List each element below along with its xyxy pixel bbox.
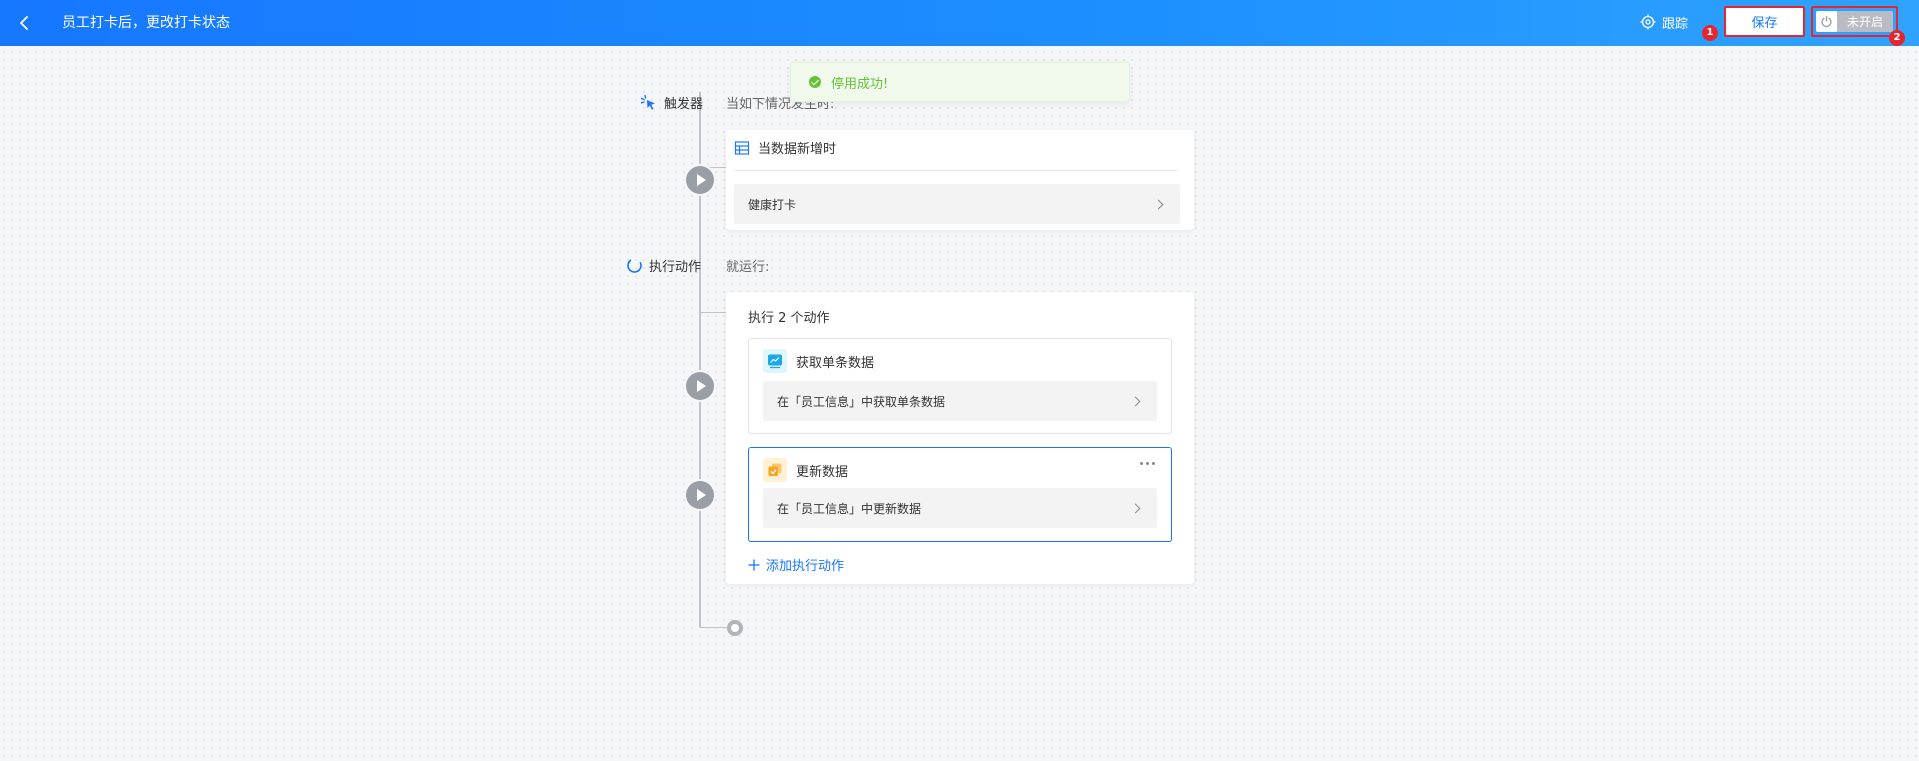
card-divider bbox=[734, 170, 1178, 171]
chevron-right-icon bbox=[1153, 199, 1164, 209]
enable-toggle-wrapper: 未开启 bbox=[1811, 6, 1898, 37]
chevron-right-icon bbox=[1130, 396, 1141, 406]
success-toast: 停用成功! bbox=[790, 62, 1130, 102]
trigger-card[interactable]: 当数据新增时 健康打卡 bbox=[726, 130, 1194, 230]
play-icon[interactable] bbox=[686, 166, 714, 194]
action-header: 获取单条数据 bbox=[763, 349, 874, 373]
add-action-label: 添加执行动作 bbox=[766, 559, 845, 574]
track-button[interactable]: 跟踪 bbox=[1640, 12, 1688, 32]
action-title: 更新数据 bbox=[796, 464, 849, 480]
back-button[interactable] bbox=[12, 11, 36, 35]
table-icon bbox=[734, 140, 750, 155]
toggle-label: 未开启 bbox=[1846, 15, 1883, 29]
flow-end-node bbox=[727, 620, 743, 636]
trigger-source-row[interactable]: 健康打卡 bbox=[734, 184, 1180, 224]
trigger-event-label: 当数据新增时 bbox=[758, 142, 837, 157]
loading-icon bbox=[627, 258, 642, 273]
save-button[interactable]: 保存 bbox=[1724, 6, 1805, 37]
play-icon[interactable] bbox=[686, 372, 714, 400]
enable-toggle[interactable]: 未开启 bbox=[1816, 11, 1893, 32]
action-title: 获取单条数据 bbox=[796, 355, 875, 371]
annotation-badge-2: 2 bbox=[1889, 30, 1905, 46]
update-icon bbox=[763, 458, 787, 482]
chart-icon bbox=[763, 349, 787, 373]
cursor-click-icon bbox=[640, 94, 655, 110]
add-action-button[interactable]: 添加执行动作 bbox=[748, 555, 844, 574]
track-label: 跟踪 bbox=[1662, 16, 1689, 32]
chevron-right-icon bbox=[1130, 503, 1141, 513]
check-circle-icon bbox=[809, 76, 821, 88]
play-icon[interactable] bbox=[686, 481, 714, 509]
action-detail-row[interactable]: 在「员工信息」中更新数据 bbox=[763, 488, 1157, 528]
action-detail: 在「员工信息」中更新数据 bbox=[777, 501, 922, 516]
action-count: 执行 2 个动作 bbox=[748, 311, 830, 326]
annotation-badge-1: 1 bbox=[1702, 25, 1718, 41]
actions-label: 执行动作 bbox=[626, 256, 701, 275]
toast-message: 停用成功! bbox=[831, 76, 889, 92]
target-icon bbox=[1640, 14, 1656, 30]
top-header: 员工打卡后，更改打卡状态 跟踪 保存 1 未开启 2 bbox=[0, 0, 1919, 46]
actions-card: 执行 2 个动作 获取单条数据 在「员工信息」中获取单条数据 更新数据 在「员工… bbox=[726, 292, 1194, 584]
trigger-event: 当数据新增时 bbox=[734, 138, 836, 157]
chevron-left-icon bbox=[20, 16, 28, 30]
trigger-source-label: 健康打卡 bbox=[748, 197, 797, 212]
trigger-label: 触发器 bbox=[640, 93, 703, 112]
action-card-get-single[interactable]: 获取单条数据 在「员工信息」中获取单条数据 bbox=[748, 338, 1172, 434]
action-card-update[interactable]: 更新数据 在「员工信息」中更新数据 bbox=[748, 447, 1172, 542]
flow-branch bbox=[700, 312, 726, 313]
action-detail: 在「员工信息」中获取单条数据 bbox=[777, 394, 946, 409]
actions-subtext: 就运行: bbox=[726, 260, 770, 275]
flow-branch bbox=[700, 627, 728, 628]
plus-icon bbox=[748, 559, 760, 570]
more-icon[interactable] bbox=[1140, 462, 1155, 465]
page-title: 员工打卡后，更改打卡状态 bbox=[62, 15, 230, 31]
action-header: 更新数据 bbox=[763, 458, 848, 482]
action-detail-row[interactable]: 在「员工信息」中获取单条数据 bbox=[763, 381, 1157, 421]
power-icon bbox=[1816, 11, 1837, 32]
